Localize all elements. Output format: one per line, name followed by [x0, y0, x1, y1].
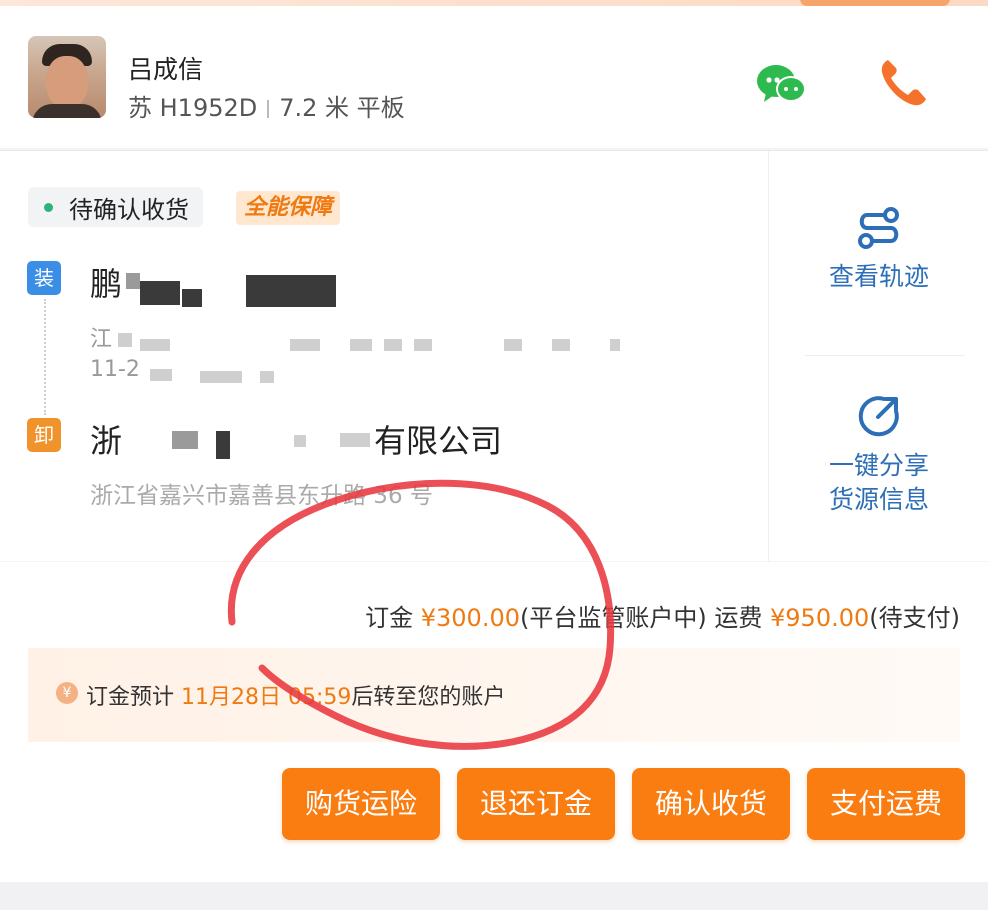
- status-text: 待确认收货: [69, 195, 189, 224]
- redaction-mosaic: [350, 339, 372, 351]
- deposit-label: 订金: [365, 604, 414, 632]
- redaction-mosaic: [340, 433, 370, 447]
- vehicle-info: 苏 H1952D 7.2 米 平板: [128, 88, 405, 123]
- share-label-line1: 一键分享: [828, 451, 929, 480]
- redaction-mosaic: [126, 273, 140, 289]
- notice-prefix: 订金预计: [86, 685, 175, 710]
- redaction-mosaic: [294, 435, 306, 447]
- vehicle-type: 7.2 米 平板: [279, 94, 405, 122]
- load-address: 江: [90, 327, 113, 352]
- driver-card: 吕成信 苏 H1952D 7.2 米 平板: [0, 6, 988, 148]
- redaction-mosaic: [150, 369, 172, 381]
- share-icon: [858, 396, 899, 437]
- redaction-mosaic: [610, 339, 620, 351]
- deposit-status: (平台监管账户中): [520, 604, 707, 632]
- redaction-mosaic: [172, 431, 198, 449]
- avatar[interactable]: [28, 36, 106, 118]
- guarantee-badge[interactable]: 全能保障: [236, 191, 341, 225]
- status-dot: [44, 202, 53, 212]
- notice-suffix: 后转至您的账户: [351, 685, 506, 710]
- redaction-mosaic: [118, 333, 132, 347]
- payment-summary: 订金 ¥300.00(平台监管账户中) 运费 ¥950.00(待支付): [365, 598, 960, 633]
- info-divider: [267, 100, 270, 118]
- share-label-line2: 货源信息: [828, 485, 929, 514]
- side-divider: [805, 355, 965, 356]
- freight-amount: ¥950.00: [770, 604, 870, 632]
- refund-deposit-button[interactable]: 退还订金: [457, 768, 615, 840]
- deposit-amount: ¥300.00: [420, 604, 520, 632]
- load-time: 11-2: [90, 357, 140, 382]
- redaction-mosaic: [414, 339, 432, 351]
- redaction-mosaic: [246, 275, 336, 307]
- payment-section: 订金 ¥300.00(平台监管账户中) 运费 ¥950.00(待支付) ¥ 订金…: [0, 562, 988, 882]
- phone-icon[interactable]: [876, 54, 932, 110]
- track-label: 查看轨迹: [828, 262, 929, 291]
- driver-name: 吕成信: [128, 55, 204, 84]
- unload-company-prefix: 浙: [90, 422, 123, 460]
- unload-address: 浙江省嘉兴市嘉善县东升路 36 号: [90, 483, 433, 509]
- unload-tag: 卸: [27, 418, 61, 452]
- wechat-icon[interactable]: [756, 62, 808, 108]
- insurance-button[interactable]: 购货运险: [282, 768, 440, 840]
- freight-status: (待支付): [869, 604, 960, 632]
- unload-company-suffix: 有限公司: [374, 422, 503, 460]
- side-actions: 查看轨迹 一键分享 货源信息: [768, 151, 988, 561]
- track-button[interactable]: 查看轨迹: [769, 205, 988, 293]
- shipment-card: 待确认收货 全能保障 装 卸 鹏 江 11-2 浙 有限公司 浙江省嘉兴市嘉善县…: [0, 150, 988, 561]
- load-company-name: 鹏: [90, 265, 123, 303]
- redaction-mosaic: [182, 289, 202, 307]
- notice-time: 11月28日 05:59: [181, 685, 352, 710]
- load-tag: 装: [27, 261, 61, 295]
- redaction-mosaic: [200, 371, 242, 383]
- redaction-mosaic: [140, 339, 170, 351]
- freight-label: 运费: [714, 604, 763, 632]
- pay-freight-button[interactable]: 支付运费: [807, 768, 965, 840]
- redaction-mosaic: [260, 371, 274, 383]
- redaction-mosaic: [552, 339, 570, 351]
- plate-number: 苏 H1952D: [128, 94, 258, 122]
- share-button[interactable]: 一键分享 货源信息: [769, 393, 988, 517]
- redaction-mosaic: [384, 339, 402, 351]
- status-badge: 待确认收货: [28, 187, 203, 227]
- redaction-mosaic: [216, 431, 230, 459]
- redaction-mosaic: [504, 339, 522, 351]
- bottom-bar: [0, 882, 988, 910]
- redaction-mosaic: [290, 339, 320, 351]
- notice-text: 订金预计 11月28日 05:59后转至您的账户: [86, 679, 505, 711]
- route-icon: [858, 207, 899, 249]
- route-line: [44, 299, 46, 415]
- confirm-receipt-button[interactable]: 确认收货: [632, 768, 790, 840]
- yuan-coin-icon: ¥: [56, 682, 78, 704]
- redaction-mosaic: [140, 281, 180, 305]
- deposit-notice: ¥ 订金预计 11月28日 05:59后转至您的账户: [28, 648, 960, 742]
